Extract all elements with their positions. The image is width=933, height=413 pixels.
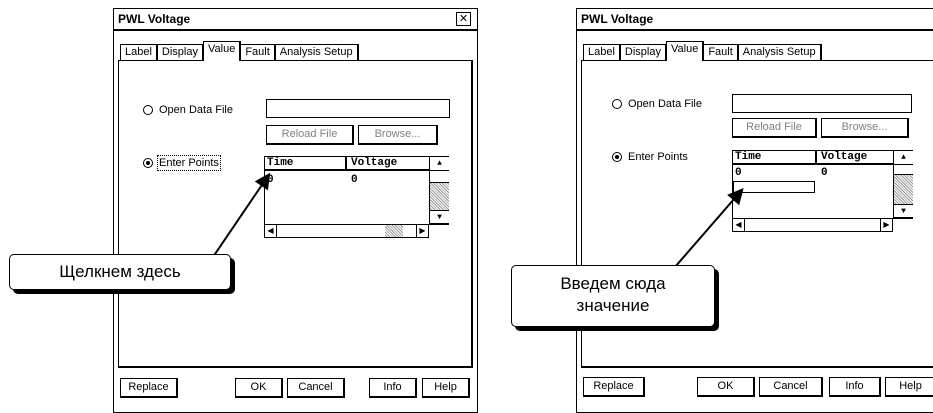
callout-enter-value-line1: Введем сюда (560, 274, 666, 293)
tab-value[interactable]: Value (666, 41, 705, 61)
callout-enter-value-line2: значение (576, 296, 650, 315)
arrow-to-cell-editor (674, 187, 744, 268)
callout-click-here-text: Щелкнем здесь (59, 262, 181, 281)
arrow-to-time-cell (212, 172, 271, 258)
callout-click-here: Щелкнем здесь (9, 254, 231, 290)
tab-value[interactable]: Value (203, 41, 242, 61)
annotation-arrows (212, 172, 744, 268)
callout-enter-value: Введем сюда значение (511, 265, 715, 327)
